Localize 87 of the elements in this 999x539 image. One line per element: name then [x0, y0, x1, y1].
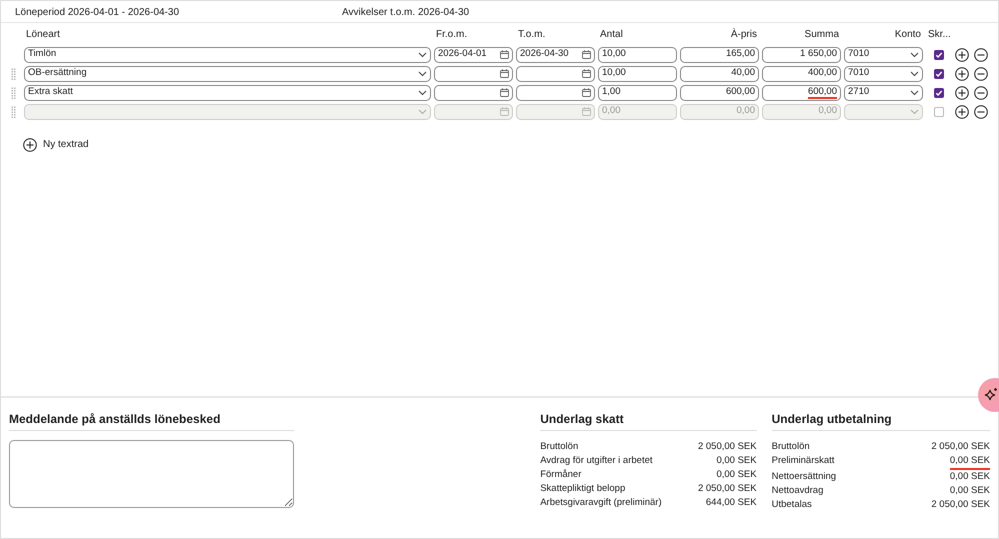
column-header: Antal: [599, 28, 624, 42]
summary-value: 2 050,00 SEK: [931, 498, 990, 512]
to-date-field[interactable]: [516, 84, 595, 100]
add-icon[interactable]: [23, 138, 37, 152]
summary-value: 2 050,00 SEK: [698, 482, 757, 496]
from-date-field[interactable]: [434, 84, 513, 100]
summary-value: 0,00 SEK: [950, 454, 990, 470]
chevron-icon: [910, 52, 919, 58]
sum-field[interactable]: 600,00: [762, 84, 841, 100]
chevron-icon: [418, 52, 427, 58]
chevron-icon: [910, 90, 919, 96]
column-header: Konto: [894, 28, 922, 42]
calendar-icon: [500, 69, 509, 78]
calendar-icon: [500, 88, 509, 97]
sum-field[interactable]: 400,00: [762, 66, 841, 82]
summary-label: Arbetsgivaravgift (preliminär): [540, 496, 662, 510]
chevron-icon: [910, 108, 919, 114]
pay-period: Löneperiod 2026-04-01 - 2026-04-30: [15, 6, 180, 20]
summary-value: 644,00 SEK: [706, 496, 757, 510]
checkbox[interactable]: [934, 68, 944, 78]
from-date-field[interactable]: [434, 66, 513, 82]
deviations-date: Avvikelser t.o.m. 2026-04-30: [342, 6, 470, 20]
summary-value: 0,00 SEK: [950, 470, 990, 484]
summary-value: 0,00 SEK: [716, 468, 757, 482]
add-text-row-link[interactable]: Ny textrad: [43, 137, 89, 152]
remove-row-icon[interactable]: [974, 66, 988, 80]
calendar-icon: [582, 69, 591, 78]
to-date-field[interactable]: 2026-04-30: [516, 46, 595, 62]
column-header: À-pris: [730, 27, 758, 42]
add-row-icon[interactable]: [955, 104, 969, 118]
summary-label: Avdrag för utgifter i arbetet: [540, 454, 653, 468]
column-header: Fr.o.m.: [435, 28, 468, 42]
summary-label: Nettoersättning: [772, 470, 836, 484]
unit-price-field[interactable]: 165,00: [680, 46, 759, 62]
chevron-icon: [418, 90, 427, 96]
summary-label: Skattepliktigt belopp: [540, 482, 626, 496]
checkbox[interactable]: [934, 50, 944, 60]
remove-row-icon[interactable]: [974, 86, 988, 100]
summary-value: 2 050,00 SEK: [931, 440, 990, 454]
quantity-field[interactable]: 1,00: [598, 84, 677, 100]
quantity-field[interactable]: 10,00: [598, 46, 677, 62]
add-row-icon[interactable]: [955, 66, 969, 80]
summary-value: 0,00 SEK: [950, 484, 990, 498]
message-heading: Meddelande på anställds lönebesked: [9, 410, 294, 431]
summary-value: 2 050,00 SEK: [698, 440, 757, 454]
column-header: Summa: [804, 28, 840, 42]
drag-handle[interactable]: [11, 86, 16, 98]
pay-type-select[interactable]: Timlön: [24, 46, 431, 62]
summary-label: Utbetalas: [772, 498, 812, 512]
column-header: T.o.m.: [517, 28, 546, 42]
remove-row-icon[interactable]: [974, 48, 988, 62]
chevron-icon: [910, 70, 919, 76]
unit-price-field[interactable]: 600,00: [680, 84, 759, 100]
message-field[interactable]: [9, 440, 294, 508]
unit-price-field[interactable]: 40,00: [680, 66, 759, 82]
remove-row-icon[interactable]: [974, 104, 988, 118]
checkbox[interactable]: [934, 88, 944, 98]
summary-label: Bruttolön: [540, 440, 578, 454]
calendar-icon: [582, 88, 591, 97]
pay-type-select[interactable]: Extra skatt: [24, 84, 431, 100]
calendar-icon: [582, 107, 591, 116]
calendar-icon: [500, 107, 509, 116]
quantity-field[interactable]: 10,00: [598, 66, 677, 82]
column-header: Löneart: [25, 28, 61, 42]
summary-label: Preliminärskatt: [772, 454, 834, 468]
calendar-icon: [582, 50, 591, 59]
pay-type-select[interactable]: OB-ersättning: [24, 66, 431, 82]
summary-label: Bruttolön: [772, 440, 810, 454]
chevron-icon: [418, 70, 427, 76]
from-date-field[interactable]: 2026-04-01: [434, 46, 513, 62]
account-select[interactable]: 7010: [844, 46, 923, 62]
account-select[interactable]: 7010: [844, 66, 923, 82]
summary-label: Förmåner: [540, 468, 582, 482]
section-heading: Underlag utbetalning: [772, 410, 990, 431]
chevron-icon: [418, 108, 427, 114]
sum-field[interactable]: 1 650,00: [762, 46, 841, 62]
account-select[interactable]: 2710: [844, 84, 923, 100]
add-row-icon[interactable]: [955, 48, 969, 62]
sparkle-icon: [983, 387, 999, 403]
section-heading: Underlag skatt: [540, 410, 757, 431]
to-date-field[interactable]: [516, 66, 595, 82]
calendar-icon: [500, 50, 509, 59]
summary-label: Nettoavdrag: [772, 484, 824, 498]
column-header: Skr...: [927, 28, 952, 42]
add-row-icon[interactable]: [955, 86, 969, 100]
drag-handle[interactable]: [11, 68, 16, 80]
summary-value: 0,00 SEK: [716, 454, 757, 468]
